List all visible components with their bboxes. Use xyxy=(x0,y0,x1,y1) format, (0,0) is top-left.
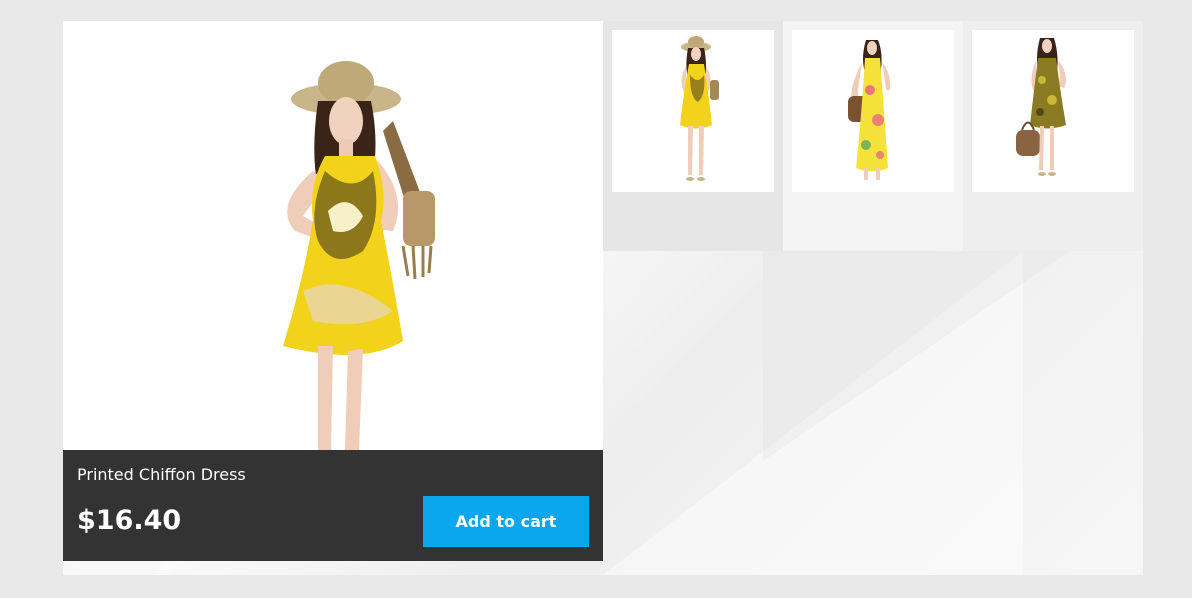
model-figure xyxy=(283,61,435,450)
product-thumbnail-3[interactable] xyxy=(972,30,1134,192)
product-card: Printed Chiffon Dress $16.40 Add to cart xyxy=(63,21,603,561)
thumbnail-figure-3 xyxy=(1016,38,1066,176)
product-thumbnail-1[interactable] xyxy=(612,30,774,192)
product-name[interactable]: Printed Chiffon Dress xyxy=(77,465,246,484)
add-to-cart-button[interactable]: Add to cart xyxy=(423,496,589,547)
product-thumbnail-2[interactable] xyxy=(792,30,954,192)
thumbnail-figure-1 xyxy=(680,36,719,181)
product-info-bar: Printed Chiffon Dress $16.40 Add to cart xyxy=(63,450,603,561)
product-main-image[interactable] xyxy=(63,21,603,450)
thumbnail-figure-2 xyxy=(848,40,891,180)
product-price: $16.40 xyxy=(77,505,182,536)
